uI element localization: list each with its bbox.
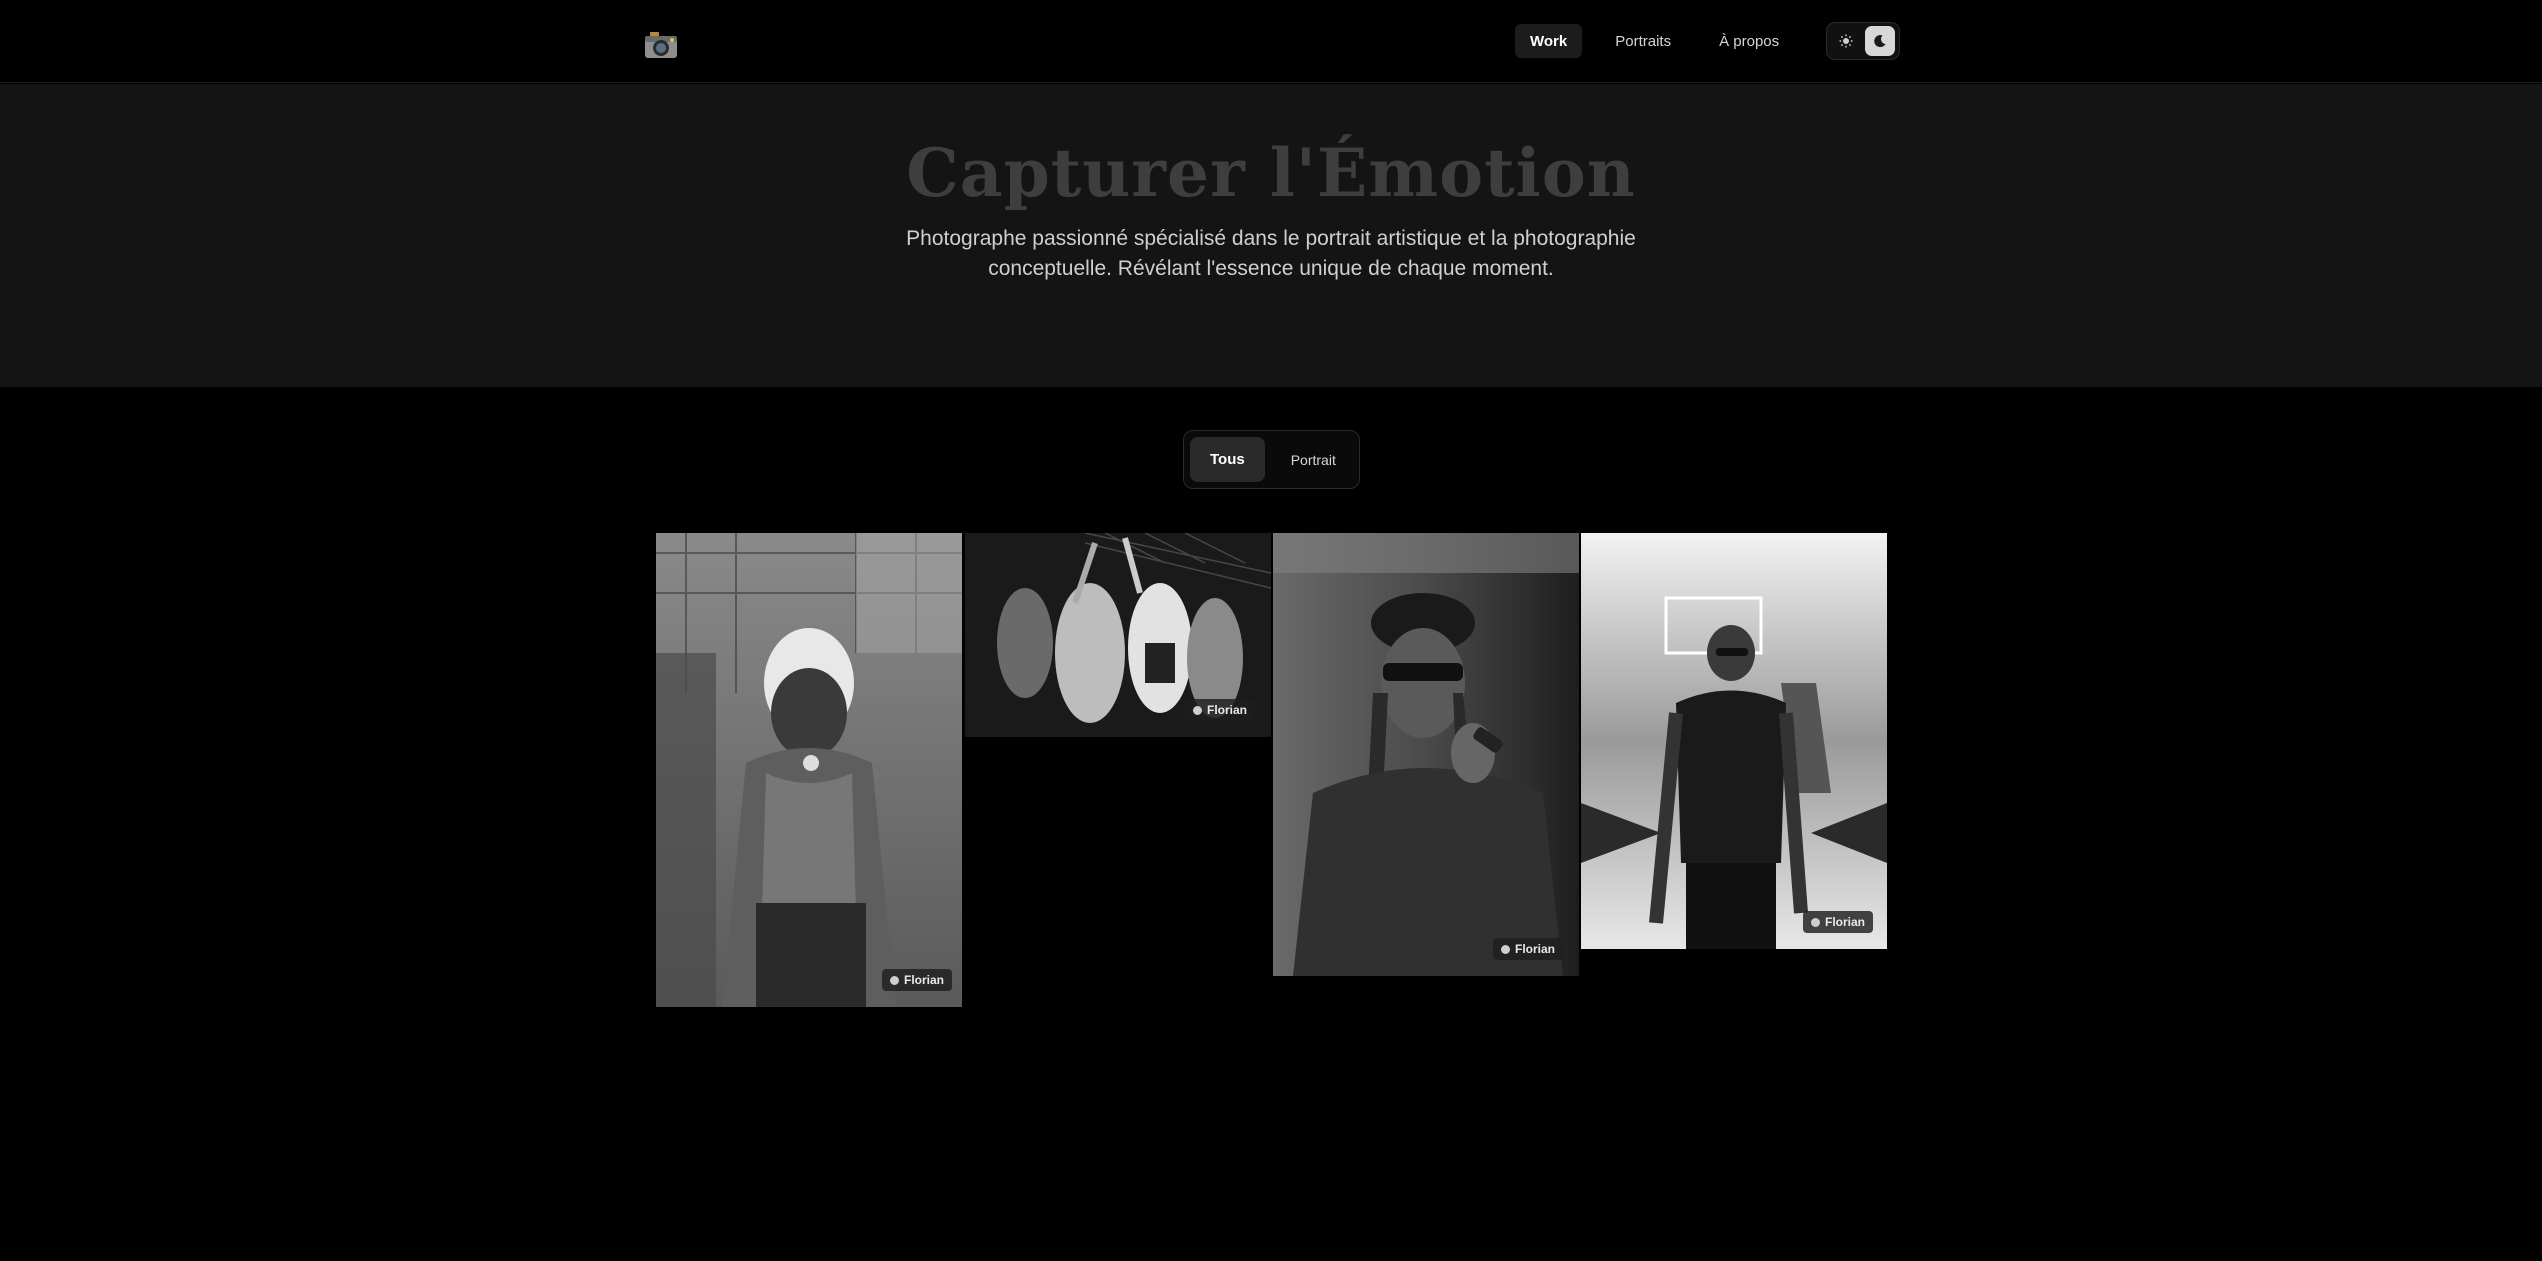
- camera-icon[interactable]: [644, 30, 678, 60]
- photo-credit: Florian: [881, 969, 952, 991]
- photographer-icon: [1500, 944, 1510, 954]
- credit-name: Florian: [1514, 942, 1555, 956]
- theme-toggle: [1826, 22, 1900, 60]
- gallery-photo-3[interactable]: Florian: [1273, 533, 1579, 976]
- photo-credit: Florian: [1184, 699, 1255, 721]
- category-filter: Tous Portrait: [1183, 430, 1360, 489]
- hero-section: Capturer l'Émotion Photographe passionné…: [0, 84, 2542, 387]
- photographer-icon: [1810, 917, 1820, 927]
- gallery-photo-2[interactable]: Florian: [965, 533, 1271, 737]
- nav-portraits[interactable]: Portraits: [1600, 24, 1686, 58]
- sun-icon[interactable]: [1831, 26, 1861, 56]
- nav-a-propos[interactable]: À propos: [1704, 24, 1794, 58]
- photographer-icon: [889, 975, 899, 985]
- credit-name: Florian: [1206, 703, 1247, 717]
- filter-tous[interactable]: Tous: [1190, 437, 1265, 482]
- hero-subtitle: Photographe passionné spécialisé dans le…: [906, 227, 1636, 280]
- main-nav: Work Portraits À propos: [1515, 24, 1794, 58]
- nav-work[interactable]: Work: [1515, 24, 1583, 58]
- gallery-photo-4[interactable]: Florian: [1581, 533, 1887, 949]
- photo-credit: Florian: [1492, 938, 1563, 960]
- photographer-icon: [1192, 705, 1202, 715]
- photo-credit: Florian: [1802, 911, 1873, 933]
- credit-name: Florian: [903, 973, 944, 987]
- gallery-photo-1[interactable]: Florian: [656, 533, 962, 1007]
- moon-icon[interactable]: [1865, 26, 1895, 56]
- singer-image: [1273, 533, 1579, 976]
- site-header: Work Portraits À propos: [0, 0, 2542, 83]
- hero-title: Capturer l'Émotion: [906, 134, 1636, 212]
- filter-portrait[interactable]: Portrait: [1271, 437, 1356, 482]
- court-image: [1581, 533, 1887, 949]
- portrait-image: [656, 533, 962, 1007]
- credit-name: Florian: [1824, 915, 1865, 929]
